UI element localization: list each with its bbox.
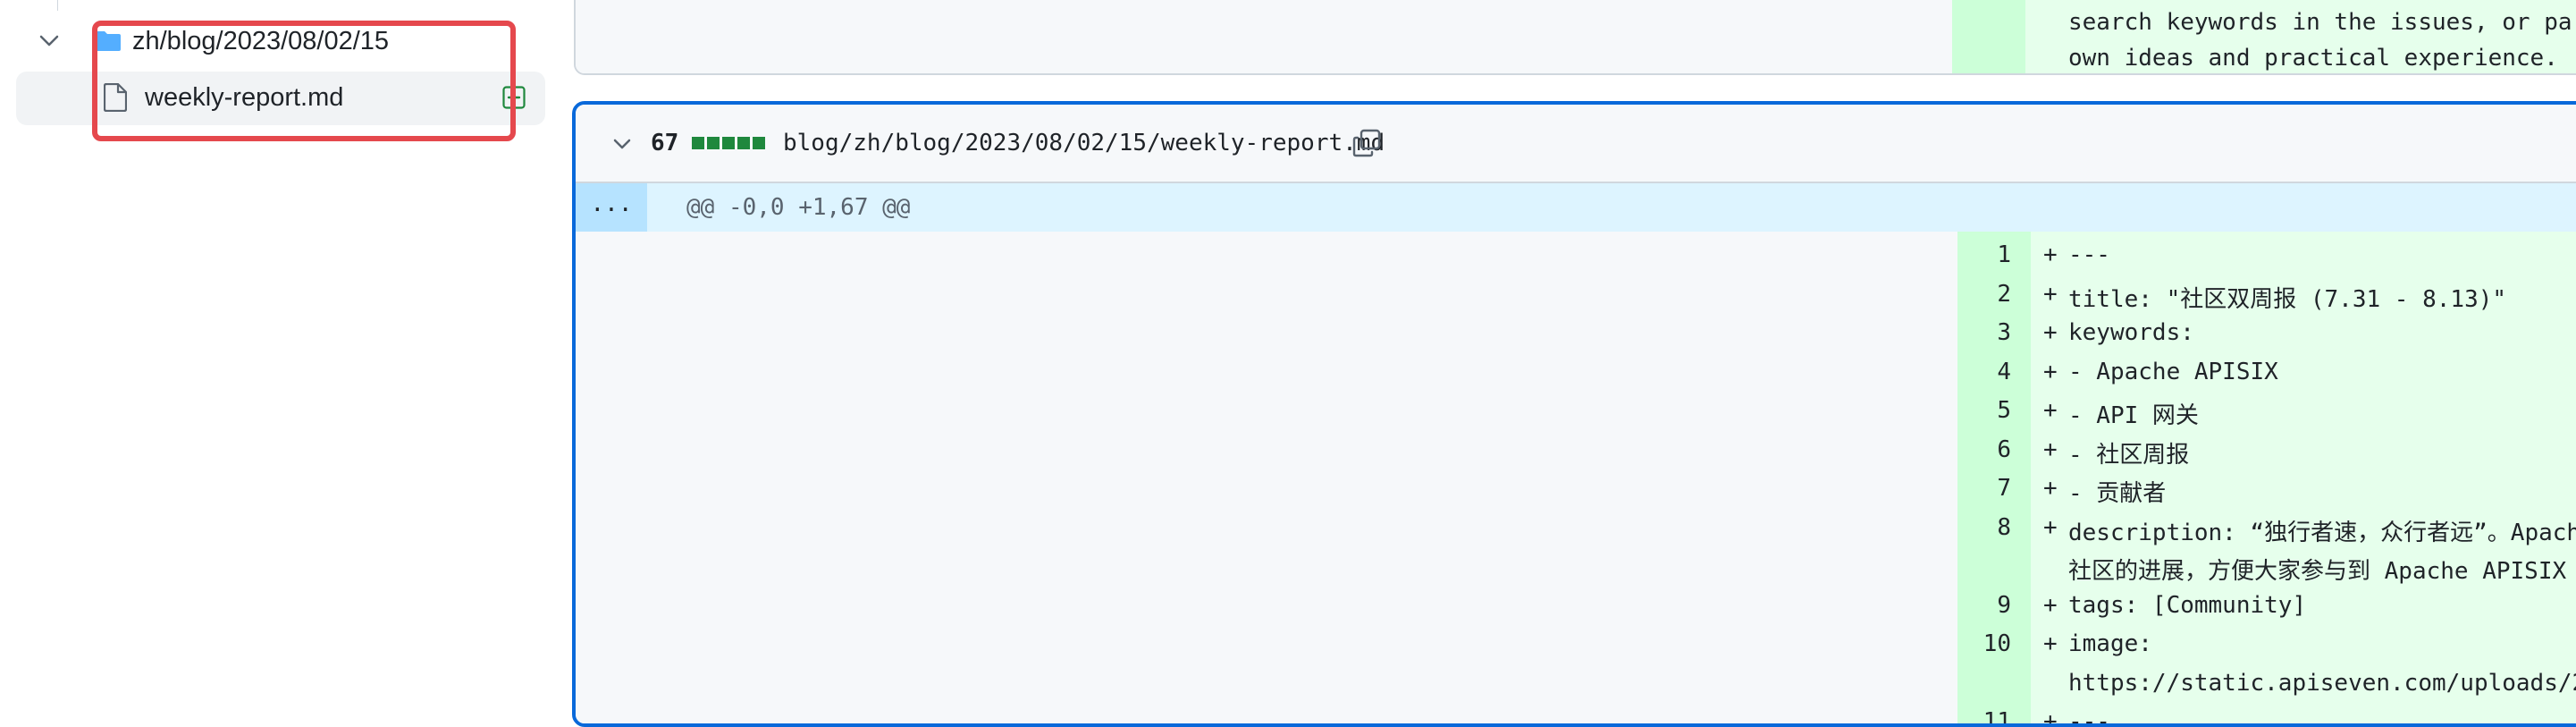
file-label: weekly-report.md (145, 83, 344, 112)
diff-line-code: - API 网关 (2068, 402, 2199, 429)
tree-file-row[interactable]: weekly-report.md (16, 72, 545, 125)
diff-line-number[interactable]: 5 (1957, 397, 2011, 424)
chevron-down-icon[interactable] (36, 28, 63, 55)
diff-line-code: tags: [Community] (2068, 592, 2307, 619)
previous-diff-card: search keywords in the issues, or partic… (574, 0, 2576, 75)
diff-line-sign: + (2043, 592, 2058, 619)
diff-line-number[interactable]: 8 (1957, 514, 2011, 541)
expand-hunk-button[interactable]: ... (576, 183, 647, 232)
previous-diff-line: own ideas and practical experience. (2068, 45, 2558, 72)
diff-line-sign: + (2043, 630, 2058, 657)
file-tree: zh/blog/2023/08/02/15 weekly-report.md (0, 0, 563, 685)
diff-line-sign: + (2043, 397, 2058, 424)
chevron-down-icon[interactable] (610, 131, 635, 156)
diff-line-code: - 社区周报 (2068, 442, 2190, 469)
diff-file-header: 67 blog/zh/blog/2023/08/02/15/weekly-rep… (576, 105, 2576, 183)
diff-line-sign: + (2043, 359, 2058, 385)
folder-label: zh/blog/2023/08/02/15 (132, 26, 390, 55)
diff-line-code: title: "社区双周报 (7.31 - 8.13)" (2068, 286, 2507, 313)
diff-line-sign: + (2043, 708, 2058, 727)
diff-line-code: - Apache APISIX (2068, 359, 2278, 385)
file-icon (103, 82, 128, 113)
diff-line-code: https://static.apiseven.com/uploads/2023 (2068, 670, 2576, 697)
diff-line-code: image: (2068, 630, 2152, 657)
diffstat-bar (692, 137, 765, 149)
diff-hunk-header: ... @@ -0,0 +1,67 @@ (576, 183, 2576, 232)
previous-diff-line-numbers (1952, 0, 2025, 73)
diff-line-sign: + (2043, 319, 2058, 346)
tree-folder-row[interactable]: zh/blog/2023/08/02/15 (36, 16, 389, 66)
diff-line-code: - 贡献者 (2068, 480, 2167, 507)
diff-line-sign: + (2043, 281, 2058, 308)
diff-line-number[interactable]: 1 (1957, 241, 2011, 268)
previous-diff-left-pane (576, 0, 1952, 73)
diff-file-path[interactable]: blog/zh/blog/2023/08/02/15/weekly-report… (783, 130, 1385, 156)
file-diff-card: 67 blog/zh/blog/2023/08/02/15/weekly-rep… (572, 101, 2576, 727)
diff-line-number[interactable]: 3 (1957, 319, 2011, 346)
diff-line-code: 社区的进展，方便大家参与到 Apache APISIX 社区 (2068, 558, 2576, 585)
diff-line-sign: + (2043, 514, 2058, 541)
file-added-icon (502, 86, 526, 109)
diff-line-sign: + (2043, 436, 2058, 463)
diff-line-sign: + (2043, 241, 2058, 268)
diff-line-number[interactable]: 10 (1957, 630, 2011, 657)
diff-line-code: keywords: (2068, 319, 2194, 346)
diff-line-number[interactable]: 11 (1957, 708, 2011, 723)
diff-line-number[interactable]: 2 (1957, 281, 2011, 308)
copy-icon[interactable] (1351, 128, 1382, 158)
diff-line-number[interactable]: 6 (1957, 436, 2011, 463)
diff-lines-changed: 67 (651, 130, 679, 156)
diff-line-number[interactable]: 9 (1957, 592, 2011, 619)
diff-line-sign: + (2043, 475, 2058, 502)
diff-left-pane (576, 232, 1957, 723)
previous-diff-line: search keywords in the issues, or partic (2068, 9, 2576, 36)
diff-line-code: --- (2068, 241, 2110, 268)
diff-line-code: --- (2068, 708, 2110, 727)
hunk-range: @@ -0,0 +1,67 @@ (686, 194, 911, 221)
folder-icon (95, 30, 122, 52)
diff-line-number[interactable]: 7 (1957, 475, 2011, 502)
diff-line-number[interactable]: 4 (1957, 359, 2011, 385)
diff-line-code: description: “独行者速，众行者远”。Apache A (2068, 520, 2576, 546)
tree-guide-line (57, 0, 58, 11)
